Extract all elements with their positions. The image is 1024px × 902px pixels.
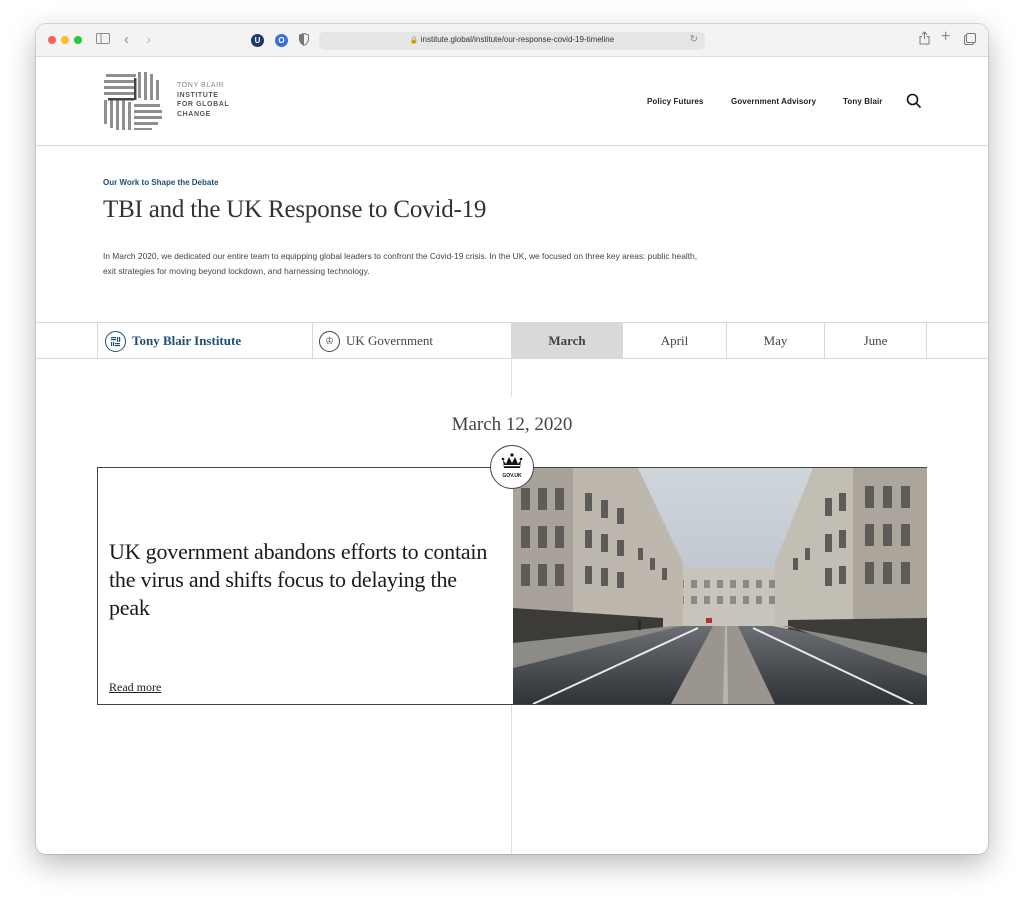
regent-street-photo	[513, 468, 927, 704]
entry-title[interactable]: UK government abandons efforts to contai…	[109, 538, 489, 622]
section-eyebrow[interactable]: Our Work to Shape the Debate	[103, 178, 218, 187]
read-more-link[interactable]: Read more	[109, 680, 161, 695]
site-header: TONY BLAIR INSTITUTE FOR GLOBAL CHANGE P…	[36, 57, 988, 146]
onepassword-extension-icon[interactable]: O	[275, 34, 288, 47]
sidebar-toggle-icon[interactable]	[96, 32, 110, 48]
tab-tony-blair-institute[interactable]: Tony Blair Institute	[105, 323, 311, 358]
timeline-tabs: Tony Blair Institute ♔ UK Government Marc…	[36, 322, 988, 359]
crown-icon: ♔	[319, 330, 340, 352]
zoom-window-button[interactable]	[74, 36, 82, 44]
browser-window: ‹ › U O 🔒 institute.global/institute/our…	[36, 24, 988, 854]
page-title: TBI and the UK Response to Covid-19	[103, 196, 487, 223]
tab-month-may[interactable]: May	[727, 323, 824, 358]
timeline-line	[511, 705, 512, 854]
address-bar[interactable]: 🔒 institute.global/institute/our-respons…	[319, 32, 705, 50]
privacy-shield-icon[interactable]	[299, 32, 309, 50]
nav-policy-futures[interactable]: Policy Futures	[647, 97, 704, 106]
back-icon[interactable]: ‹	[124, 32, 129, 48]
lock-icon: 🔒	[409, 37, 419, 44]
forward-icon[interactable]: ›	[146, 32, 151, 48]
tbi-mark-icon	[105, 330, 126, 352]
crown-icon	[501, 453, 523, 468]
gov-uk-badge: GOV.UK	[490, 445, 534, 489]
share-icon[interactable]	[919, 31, 930, 49]
new-tab-icon[interactable]: +	[941, 29, 950, 45]
ublock-extension-icon[interactable]: U	[251, 34, 264, 47]
search-icon[interactable]	[906, 93, 922, 109]
intro-paragraph: In March 2020, we dedicated our entire t…	[103, 251, 698, 276]
gov-uk-label: GOV.UK	[502, 473, 522, 479]
close-window-button[interactable]	[48, 36, 56, 44]
tab-month-march[interactable]: March	[512, 323, 622, 358]
tbi-logo-icon[interactable]	[102, 70, 164, 132]
url-text: institute.global/institute/our-response-…	[420, 35, 615, 44]
nav-tony-blair[interactable]: Tony Blair	[843, 97, 883, 106]
timeline-date: March 12, 2020	[451, 414, 573, 435]
tab-uk-government[interactable]: ♔ UK Government	[319, 323, 509, 358]
tab-month-june[interactable]: June	[825, 323, 926, 358]
tbi-logo-wordmark[interactable]: TONY BLAIR INSTITUTE FOR GLOBAL CHANGE	[177, 81, 229, 119]
tab-month-april[interactable]: April	[623, 323, 726, 358]
tab-overview-icon[interactable]	[964, 33, 976, 49]
minimize-window-button[interactable]	[61, 36, 69, 44]
timeline-line	[511, 359, 512, 397]
nav-government-advisory[interactable]: Government Advisory	[731, 97, 816, 106]
reload-icon[interactable]: ↻	[690, 34, 698, 45]
timeline-entry-card[interactable]: UK government abandons efforts to contai…	[97, 467, 927, 705]
browser-toolbar: ‹ › U O 🔒 institute.global/institute/our…	[36, 24, 988, 57]
